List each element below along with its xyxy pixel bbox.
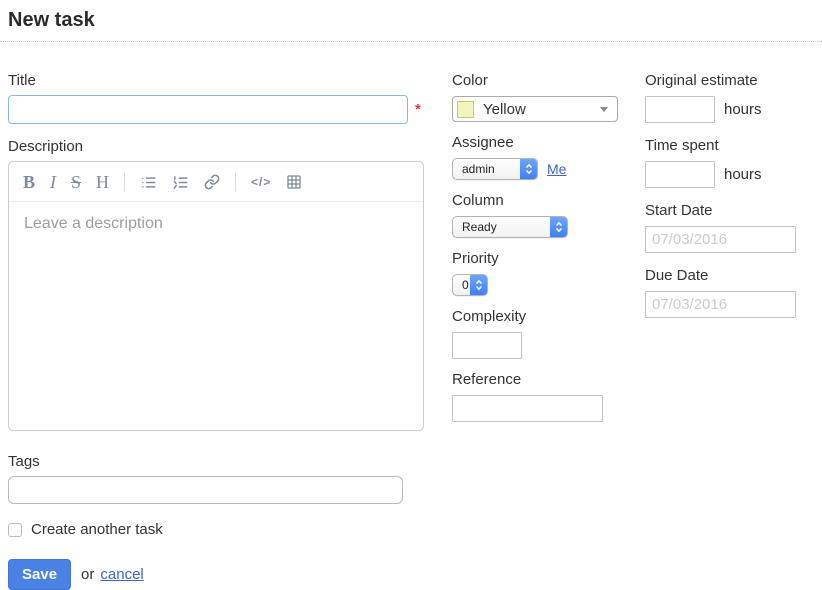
priority-group: Priority 0 (452, 250, 645, 296)
complexity-input[interactable] (452, 332, 522, 359)
code-button[interactable]: </> (251, 176, 271, 188)
create-another-label: Create another task (31, 521, 163, 538)
editor-toolbar: B I S H </> (9, 162, 423, 202)
table-icon (286, 174, 302, 190)
due-date-label: Due Date (645, 267, 822, 284)
hours-unit-label: hours (724, 101, 762, 118)
link-button[interactable] (204, 174, 220, 190)
toolbar-divider (235, 173, 236, 191)
select-stepper-icon (520, 158, 537, 180)
title-label: Title (8, 72, 424, 89)
save-button[interactable]: Save (8, 559, 71, 590)
original-estimate-label: Original estimate (645, 72, 822, 89)
unordered-list-icon (140, 175, 157, 190)
time-spent-row: hours (645, 161, 822, 188)
color-group: Color Yellow (452, 72, 645, 122)
required-asterisk: * (415, 101, 421, 118)
start-date-input[interactable] (645, 226, 796, 253)
reference-group: Reference (452, 371, 645, 422)
italic-button[interactable]: I (50, 173, 56, 191)
description-editor: B I S H </> Leave a description (8, 161, 424, 431)
due-date-input[interactable] (645, 291, 796, 318)
color-select[interactable]: Yellow (452, 96, 618, 122)
priority-select[interactable]: 0 (452, 274, 488, 296)
unordered-list-button[interactable] (140, 175, 157, 190)
save-row: Save or cancel (8, 559, 424, 590)
column-selected-value: Ready (453, 220, 497, 234)
create-another-checkbox[interactable] (8, 523, 22, 537)
title-input[interactable] (8, 95, 408, 124)
column-group: Column Ready (452, 192, 645, 238)
reference-input[interactable] (452, 395, 603, 422)
assignee-selected-value: admin (453, 162, 495, 176)
column-select[interactable]: Ready (452, 216, 568, 238)
color-swatch-yellow (457, 101, 474, 118)
heading-button[interactable]: H (96, 173, 109, 191)
right-column: Original estimate hours Time spent hours… (645, 72, 822, 590)
priority-selected-value: 0 (453, 278, 469, 292)
assignee-label: Assignee (452, 134, 645, 151)
description-placeholder: Leave a description (24, 215, 163, 232)
assignee-row: admin Me (452, 158, 645, 180)
page-title: New task (0, 0, 822, 42)
tags-input[interactable] (8, 476, 403, 504)
ordered-list-icon (172, 175, 189, 190)
tags-label: Tags (8, 453, 424, 470)
strikethrough-button[interactable]: S (71, 173, 81, 191)
time-spent-group: Time spent hours (645, 137, 822, 188)
toolbar-divider (124, 173, 125, 191)
chevron-down-icon (600, 107, 608, 112)
time-spent-label: Time spent (645, 137, 822, 154)
reference-label: Reference (452, 371, 645, 388)
color-label: Color (452, 72, 645, 89)
select-stepper-icon (550, 216, 567, 238)
description-textarea[interactable]: Leave a description (9, 202, 423, 246)
hours-unit-label: hours (724, 166, 762, 183)
complexity-group: Complexity (452, 308, 645, 359)
title-row: * (8, 95, 424, 124)
assign-to-me-link[interactable]: Me (547, 161, 566, 177)
start-date-group: Start Date (645, 202, 822, 253)
column-label: Column (452, 192, 645, 209)
time-spent-input[interactable] (645, 161, 715, 188)
assignee-group: Assignee admin Me (452, 134, 645, 180)
link-icon (204, 174, 220, 190)
left-column: Title * Description B I S H </> Leave a … (8, 72, 424, 590)
original-estimate-input[interactable] (645, 96, 715, 123)
select-stepper-icon (470, 274, 487, 296)
start-date-label: Start Date (645, 202, 822, 219)
create-another-row: Create another task (8, 521, 424, 538)
ordered-list-button[interactable] (172, 175, 189, 190)
original-estimate-row: hours (645, 96, 822, 123)
complexity-label: Complexity (452, 308, 645, 325)
new-task-form: Title * Description B I S H </> Leave a … (0, 72, 822, 590)
priority-label: Priority (452, 250, 645, 267)
table-button[interactable] (286, 174, 302, 190)
due-date-group: Due Date (645, 267, 822, 318)
bold-button[interactable]: B (23, 173, 35, 191)
original-estimate-group: Original estimate hours (645, 72, 822, 123)
color-selected-value: Yellow (483, 101, 526, 118)
assignee-select[interactable]: admin (452, 158, 538, 180)
description-label: Description (8, 138, 424, 155)
middle-column: Color Yellow Assignee admin Me Column Re… (452, 72, 645, 590)
